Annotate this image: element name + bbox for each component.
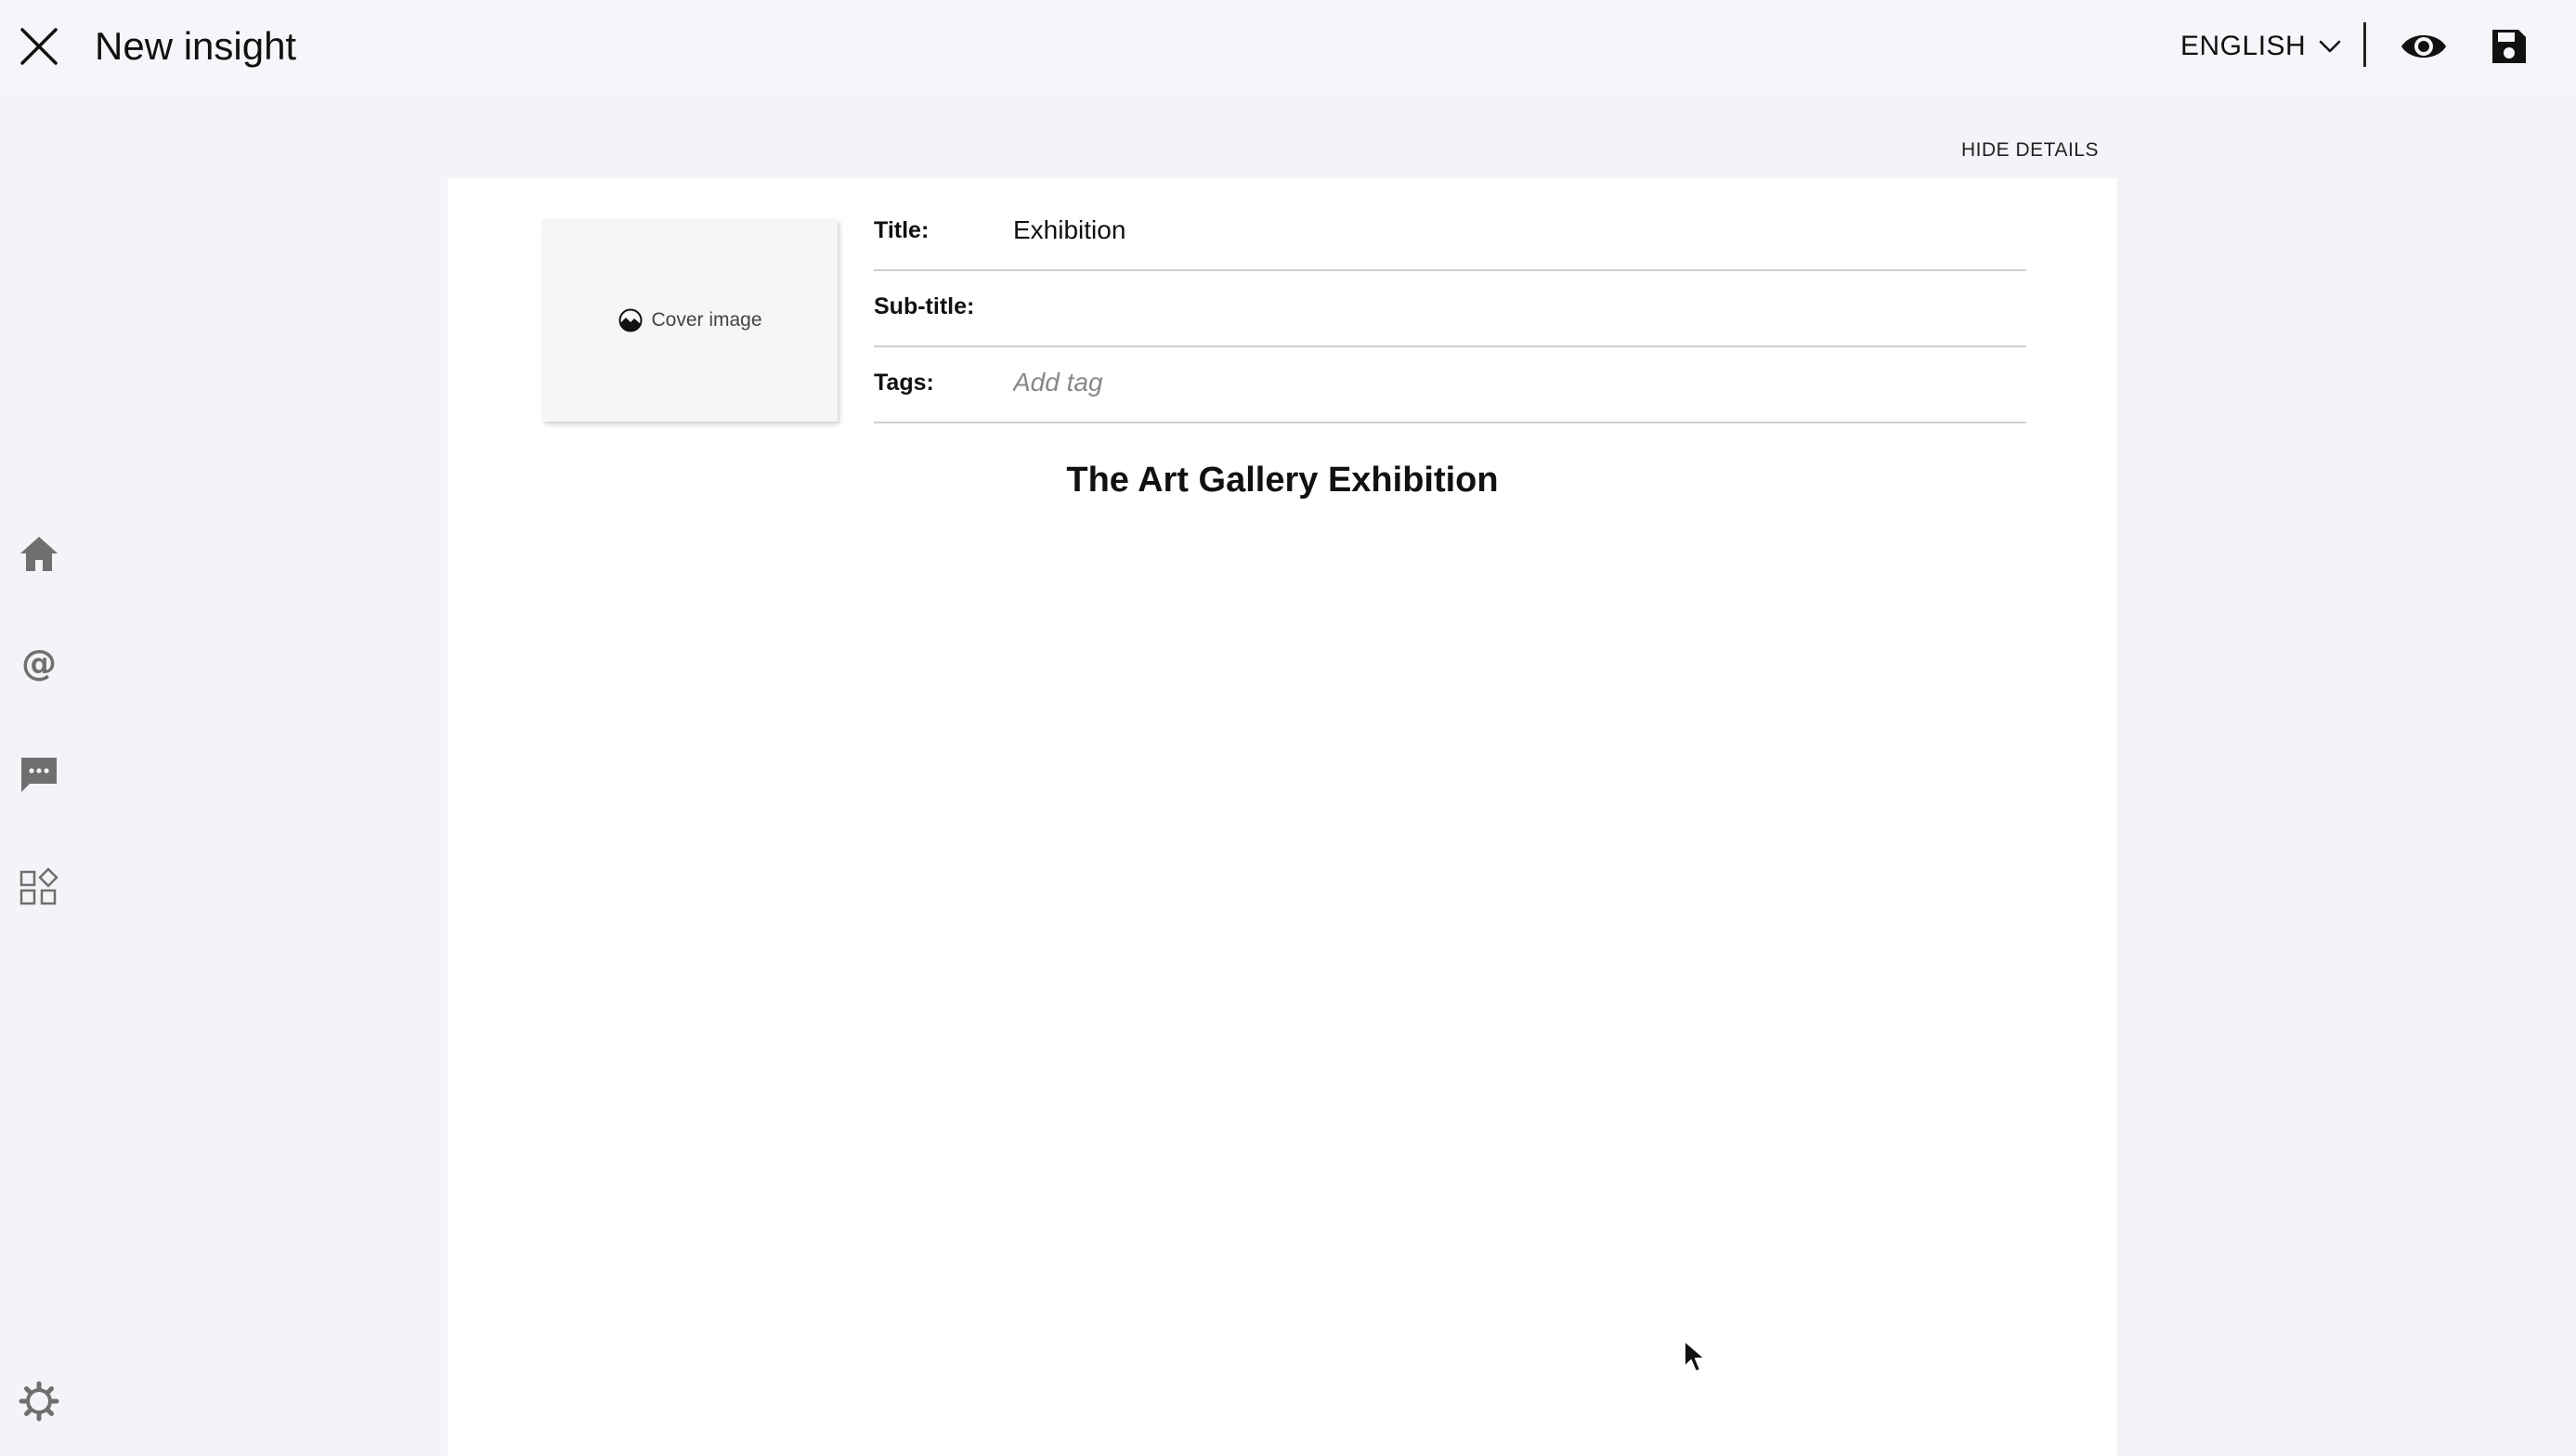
toolbar-divider bbox=[2363, 22, 2366, 67]
widgets-icon bbox=[20, 867, 59, 905]
save-icon bbox=[2492, 30, 2526, 63]
sidebar-item-settings[interactable] bbox=[17, 1379, 61, 1424]
preview-button[interactable] bbox=[2400, 26, 2448, 67]
insight-editor-card: Cover image Title: Sub-title: Tags: The … bbox=[448, 178, 2117, 1456]
close-icon bbox=[20, 28, 58, 65]
subtitle-label: Sub-title: bbox=[874, 293, 975, 319]
mouse-cursor-icon bbox=[1684, 1340, 1706, 1372]
hide-details-button[interactable]: HIDE DETAILS bbox=[1961, 139, 2099, 162]
title-input[interactable] bbox=[1013, 215, 1988, 245]
image-icon bbox=[618, 308, 643, 332]
top-bar: New insight ENGLISH bbox=[0, 0, 2576, 93]
sidebar-item-widgets[interactable] bbox=[17, 865, 61, 910]
tags-row: Tags: bbox=[874, 347, 2026, 423]
subtitle-input[interactable] bbox=[1013, 292, 1988, 321]
cover-image-label: Cover image bbox=[651, 309, 762, 331]
tags-input[interactable] bbox=[1013, 368, 1988, 397]
eye-icon bbox=[2401, 35, 2446, 58]
title-label: Title: bbox=[874, 217, 930, 243]
subtitle-row: Sub-title: bbox=[874, 271, 2026, 347]
page-title: New insight bbox=[95, 24, 297, 68]
sidebar-item-mentions[interactable]: @ bbox=[17, 642, 61, 686]
chat-icon bbox=[21, 758, 57, 792]
sidebar-item-comments[interactable] bbox=[17, 752, 61, 797]
language-select[interactable]: ENGLISH bbox=[2180, 26, 2343, 67]
chevron-down-icon bbox=[2319, 40, 2341, 53]
save-button[interactable] bbox=[2491, 26, 2528, 67]
svg-text:@: @ bbox=[21, 644, 57, 683]
tags-label: Tags: bbox=[874, 370, 934, 396]
home-icon bbox=[20, 537, 58, 571]
title-row: Title: bbox=[874, 195, 2026, 271]
sidebar-item-home[interactable] bbox=[17, 532, 61, 577]
gear-icon bbox=[19, 1381, 59, 1422]
close-button[interactable] bbox=[19, 26, 59, 67]
language-label: ENGLISH bbox=[2180, 31, 2307, 61]
cover-image-picker[interactable]: Cover image bbox=[542, 219, 838, 422]
document-heading[interactable]: The Art Gallery Exhibition bbox=[448, 461, 2117, 500]
at-icon: @ bbox=[21, 644, 57, 683]
